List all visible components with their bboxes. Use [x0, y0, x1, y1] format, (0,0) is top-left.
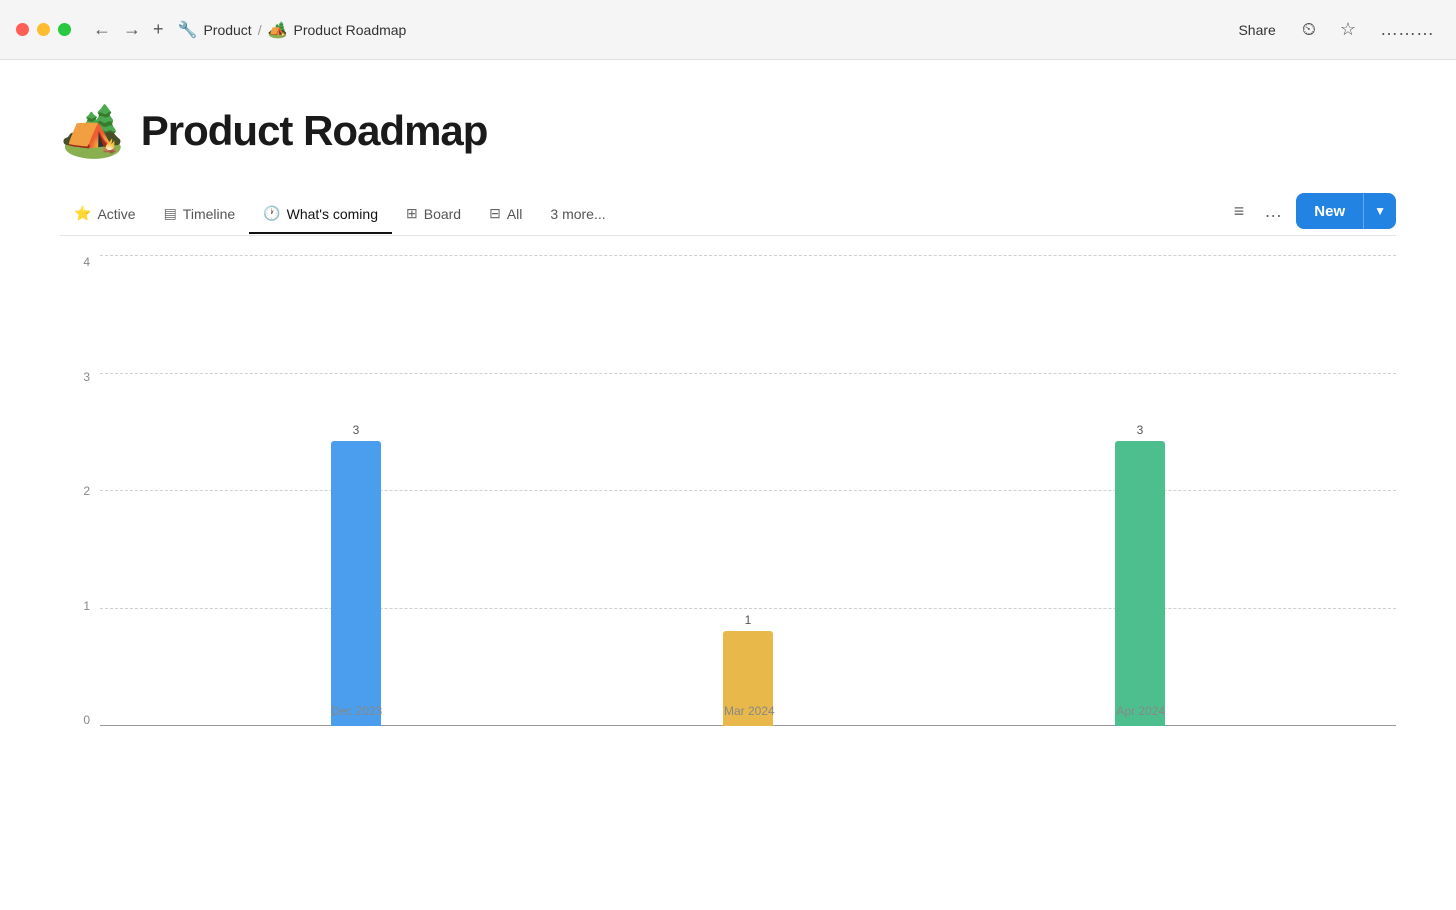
minimize-button[interactable] — [37, 23, 50, 36]
tab-timeline[interactable]: ▤ Timeline — [150, 195, 250, 234]
share-button[interactable]: Share — [1230, 18, 1283, 42]
tabs-more-button[interactable]: … — [1258, 197, 1288, 226]
tab-whats-coming-label: What's coming — [287, 206, 378, 222]
history-button[interactable]: ⏲ — [1296, 15, 1322, 44]
y-axis: 0 1 2 3 4 — [60, 256, 100, 726]
board-icon: ⊞ — [406, 205, 418, 222]
main-content: 🏕️ Product Roadmap ⭐ Active ▤ Timeline 🕐… — [0, 60, 1456, 806]
page-header: 🏕️ Product Roadmap — [60, 100, 1396, 161]
page-icon-breadcrumb: 🏕️ — [268, 20, 288, 40]
timeline-icon: ▤ — [164, 205, 177, 222]
x-labels: Dec 2023 Mar 2024 Apr 2024 — [100, 676, 1396, 726]
favorite-button[interactable]: ☆ — [1334, 15, 1362, 44]
new-button-chevron[interactable]: ▼ — [1363, 193, 1396, 229]
bar-label-apr2024: 3 — [1137, 423, 1144, 437]
tabs-bar: ⭐ Active ▤ Timeline 🕐 What's coming ⊞ Bo… — [60, 193, 1396, 236]
tab-all[interactable]: ⊟ All — [475, 195, 536, 234]
bar-label-dec2023: 3 — [353, 423, 360, 437]
chevron-down-icon: ▼ — [1374, 204, 1386, 218]
bars-container: 3 1 3 — [100, 256, 1396, 726]
tab-more-label: 3 more... — [550, 206, 605, 222]
y-label-3: 3 — [83, 371, 90, 383]
breadcrumb-separator: / — [258, 22, 262, 38]
tab-active-label: Active — [97, 206, 135, 222]
back-button[interactable]: ← — [87, 15, 117, 44]
breadcrumb-page[interactable]: Product Roadmap — [294, 22, 407, 38]
tab-board[interactable]: ⊞ Board — [392, 195, 475, 234]
new-button[interactable]: New — [1296, 193, 1363, 229]
chart-area: 0 1 2 3 4 3 — [60, 236, 1396, 806]
y-label-2: 2 — [83, 485, 90, 497]
bar-label-mar2024: 1 — [745, 613, 752, 627]
fullscreen-button[interactable] — [58, 23, 71, 36]
breadcrumb: 🔧 Product / 🏕️ Product Roadmap — [178, 20, 407, 40]
y-label-1: 1 — [83, 600, 90, 612]
y-label-4: 4 — [83, 256, 90, 268]
chart-container: 0 1 2 3 4 3 — [60, 256, 1396, 776]
workspace-icon: 🔧 — [178, 20, 198, 40]
filter-button[interactable]: ≡ — [1228, 197, 1251, 226]
clock-icon: 🕐 — [263, 205, 280, 222]
x-label-apr2024: Apr 2024 — [1116, 704, 1165, 726]
page-icon: 🏕️ — [60, 100, 125, 161]
tab-all-label: All — [507, 206, 523, 222]
x-label-dec2023: Dec 2023 — [331, 704, 382, 726]
tab-whats-coming[interactable]: 🕐 What's coming — [249, 195, 392, 234]
all-icon: ⊟ — [489, 205, 501, 222]
tabs-actions: ≡ … New ▼ — [1228, 193, 1396, 235]
ellipsis-icon: … — [1264, 201, 1282, 221]
breadcrumb-workspace[interactable]: Product — [203, 22, 251, 38]
tab-timeline-label: Timeline — [183, 206, 235, 222]
filter-icon: ≡ — [1234, 201, 1245, 221]
x-label-mar2024: Mar 2024 — [724, 704, 775, 726]
tab-more[interactable]: 3 more... — [536, 196, 619, 234]
star-icon: ⭐ — [74, 205, 91, 222]
new-button-group: New ▼ — [1296, 193, 1396, 229]
add-page-button[interactable]: + — [147, 15, 170, 44]
y-label-0: 0 — [83, 714, 90, 726]
tab-board-label: Board — [424, 206, 461, 222]
page-title: Product Roadmap — [141, 107, 488, 155]
titlebar-actions: Share ⏲ ☆ ……… — [1230, 15, 1440, 44]
titlebar: ← → + 🔧 Product / 🏕️ Product Roadmap Sha… — [0, 0, 1456, 60]
tab-active[interactable]: ⭐ Active — [60, 195, 150, 234]
chart-plot: 3 1 3 Dec 2023 — [100, 256, 1396, 726]
forward-button[interactable]: → — [117, 15, 147, 44]
close-button[interactable] — [16, 23, 29, 36]
traffic-lights — [16, 23, 71, 36]
more-options-button[interactable]: ……… — [1374, 15, 1440, 44]
